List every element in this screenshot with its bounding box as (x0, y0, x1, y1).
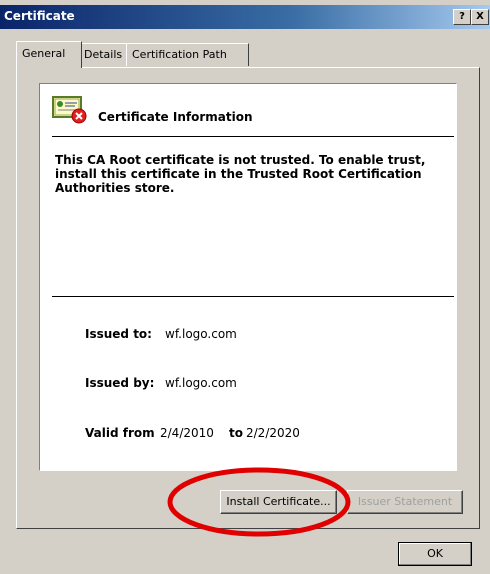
certificate-error-icon (52, 96, 87, 124)
tab-certification-path[interactable]: Certification Path (126, 43, 249, 66)
window-title: Certificate (4, 9, 75, 23)
issued-by-value: wf.logo.com (165, 376, 237, 390)
divider-top (52, 136, 454, 137)
trust-warning-text: This CA Root certificate is not trusted.… (55, 153, 426, 195)
info-title: Certificate Information (98, 110, 253, 124)
certificate-dialog: Certificate ? X General Details Certific… (0, 0, 490, 574)
certificate-info-box: Certificate Information This CA Root cer… (39, 83, 457, 471)
help-button[interactable]: ? (453, 9, 471, 25)
issuer-statement-button[interactable]: Issuer Statement (347, 490, 463, 514)
general-tab-panel: Certificate Information This CA Root cer… (16, 67, 480, 529)
tab-details[interactable]: Details (78, 43, 130, 66)
issued-to-value: wf.logo.com (165, 327, 237, 341)
valid-to-value: 2/2/2020 (246, 426, 300, 440)
close-button[interactable]: X (471, 9, 489, 25)
valid-from-label: Valid from (85, 426, 155, 440)
issued-by-label: Issued by: (85, 376, 155, 390)
tab-general[interactable]: General (16, 41, 82, 68)
valid-from-value: 2/4/2010 (160, 426, 214, 440)
valid-to-label: to (229, 426, 243, 440)
install-certificate-button[interactable]: Install Certificate... (220, 490, 337, 514)
title-bar[interactable]: Certificate ? X (0, 5, 490, 29)
ok-button[interactable]: OK (398, 542, 472, 566)
issued-to-label: Issued to: (85, 327, 152, 341)
divider-bottom (52, 296, 454, 297)
